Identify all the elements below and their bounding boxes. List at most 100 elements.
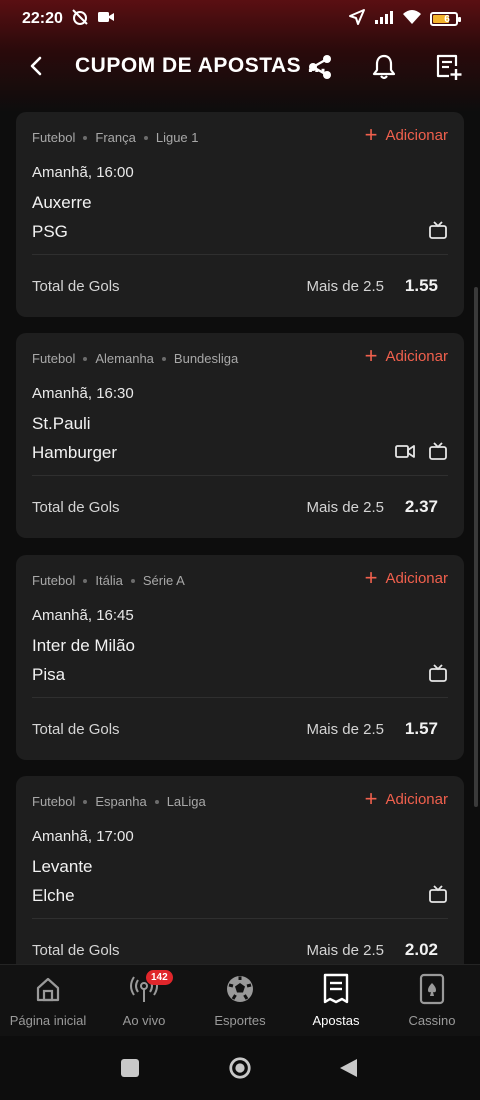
nav-item-casino[interactable]: Cassino — [384, 965, 480, 1036]
home-team: Auxerre — [32, 193, 92, 212]
divider — [32, 254, 448, 255]
status-bar: 22:20 6 — [0, 0, 480, 38]
recent-apps-button[interactable] — [118, 1056, 142, 1080]
breadcrumb: Futebol Espanha LaLiga — [32, 794, 206, 809]
video-record-icon — [97, 10, 115, 29]
bet-card[interactable]: Futebol Itália Série A + Adicionar Amanh… — [16, 555, 464, 760]
divider — [32, 475, 448, 476]
system-nav-bar — [0, 1036, 480, 1100]
bet-card[interactable]: Futebol França Ligue 1 + Adicionar Amanh… — [16, 112, 464, 317]
match-time: Amanhã, 16:00 — [32, 164, 134, 181]
nav-label: Cassino — [408, 1013, 456, 1028]
nav-label: Ao vivo — [122, 1013, 166, 1028]
plus-icon: + — [364, 122, 378, 147]
add-button[interactable]: + Adicionar — [365, 567, 448, 589]
wifi-icon — [402, 9, 422, 30]
circle-icon — [229, 1057, 251, 1079]
country-label: França — [95, 130, 136, 145]
away-team: Pisa — [32, 665, 66, 684]
plus-icon: + — [364, 343, 378, 368]
add-button[interactable]: + Adicionar — [364, 122, 448, 147]
tv-icon[interactable] — [428, 441, 448, 466]
status-time: 22:20 — [22, 10, 63, 27]
market-label: Total de Gols — [32, 278, 120, 295]
live-broadcast-icon: 142 — [128, 970, 173, 1005]
odds-value[interactable]: 1.55 — [405, 276, 438, 296]
add-label: Adicionar — [385, 569, 448, 587]
bet-card[interactable]: Futebol Alemanha Bundesliga + Adicionar … — [16, 333, 464, 538]
add-button[interactable]: + Adicionar — [364, 343, 448, 368]
odds-value[interactable]: 1.57 — [405, 719, 438, 739]
league-label: Bundesliga — [173, 351, 239, 366]
home-icon — [34, 973, 62, 1005]
app-header: CUPOM DE APOSTAS ... — [0, 40, 480, 94]
bottom-nav: Página inicial 142 Ao vivo Esportes Apos… — [0, 964, 480, 1036]
battery-icon: 6 — [430, 12, 461, 26]
match-time: Amanhã, 16:45 — [32, 607, 134, 624]
nav-item-sports[interactable]: Esportes — [192, 965, 288, 1036]
home-team: Levante — [32, 857, 93, 876]
sport-label: Futebol — [32, 794, 76, 809]
location-icon — [348, 8, 366, 31]
selection-label: Mais de 2.5 — [306, 278, 384, 295]
bet-card[interactable]: Futebol Espanha LaLiga + Adicionar Amanh… — [16, 776, 464, 964]
chevron-left-icon — [30, 56, 42, 76]
add-label: Adicionar — [385, 347, 448, 365]
bet-slip-icon — [322, 973, 350, 1005]
back-button[interactable] — [22, 52, 50, 80]
league-label: Ligue 1 — [155, 130, 199, 145]
odds-value[interactable]: 2.02 — [405, 940, 438, 960]
match-time: Amanhã, 17:00 — [32, 828, 134, 845]
country-label: Alemanha — [95, 351, 154, 366]
scrollbar[interactable] — [474, 287, 478, 807]
share-icon — [309, 55, 331, 79]
odds-value[interactable]: 2.37 — [405, 497, 438, 517]
nav-label: Esportes — [214, 1013, 266, 1028]
breadcrumb: Futebol França Ligue 1 — [32, 130, 199, 145]
list-add-icon — [436, 54, 462, 80]
plus-icon: + — [364, 786, 378, 811]
league-label: LaLiga — [166, 794, 206, 809]
back-system-button[interactable] — [336, 1056, 360, 1080]
away-team: Hamburger — [32, 443, 118, 462]
market-label: Total de Gols — [32, 721, 120, 738]
match-time: Amanhã, 16:30 — [32, 385, 134, 402]
add-label: Adicionar — [385, 790, 448, 808]
nav-item-bets[interactable]: Apostas — [288, 965, 384, 1036]
market-label: Total de Gols — [32, 499, 120, 516]
tv-icon[interactable] — [428, 220, 448, 245]
tv-icon[interactable] — [428, 663, 448, 688]
home-team: Inter de Milão — [32, 636, 135, 655]
bell-icon — [372, 54, 396, 80]
add-to-slip-button[interactable] — [431, 50, 465, 84]
tv-icon[interactable] — [428, 884, 448, 909]
divider — [32, 918, 448, 919]
battery-level: 6 — [444, 13, 450, 25]
sport-label: Futebol — [32, 573, 76, 588]
playing-card-icon — [419, 973, 445, 1005]
nav-item-live[interactable]: 142 Ao vivo — [96, 965, 192, 1036]
video-camera-icon[interactable] — [394, 441, 416, 466]
alarm-off-icon — [71, 8, 89, 31]
nav-item-home[interactable]: Página inicial — [0, 965, 96, 1036]
sport-label: Futebol — [32, 130, 76, 145]
away-team: Elche — [32, 886, 75, 905]
away-team: PSG — [32, 222, 68, 241]
selection-label: Mais de 2.5 — [306, 942, 384, 959]
share-button[interactable] — [303, 50, 337, 84]
breadcrumb: Futebol Itália Série A — [32, 573, 185, 588]
league-label: Série A — [142, 573, 185, 588]
country-label: Itália — [95, 573, 123, 588]
country-label: Espanha — [95, 794, 147, 809]
home-system-button[interactable] — [228, 1056, 252, 1080]
page-title: CUPOM DE APOSTAS ... — [75, 54, 327, 77]
selection-label: Mais de 2.5 — [306, 499, 384, 516]
live-count-badge: 142 — [146, 970, 173, 985]
bet-list[interactable]: Futebol França Ligue 1 + Adicionar Amanh… — [0, 112, 480, 964]
breadcrumb: Futebol Alemanha Bundesliga — [32, 351, 238, 366]
triangle-back-icon — [340, 1059, 357, 1077]
add-button[interactable]: + Adicionar — [364, 786, 448, 811]
sport-label: Futebol — [32, 351, 76, 366]
selection-label: Mais de 2.5 — [306, 721, 384, 738]
notifications-button[interactable] — [367, 50, 401, 84]
